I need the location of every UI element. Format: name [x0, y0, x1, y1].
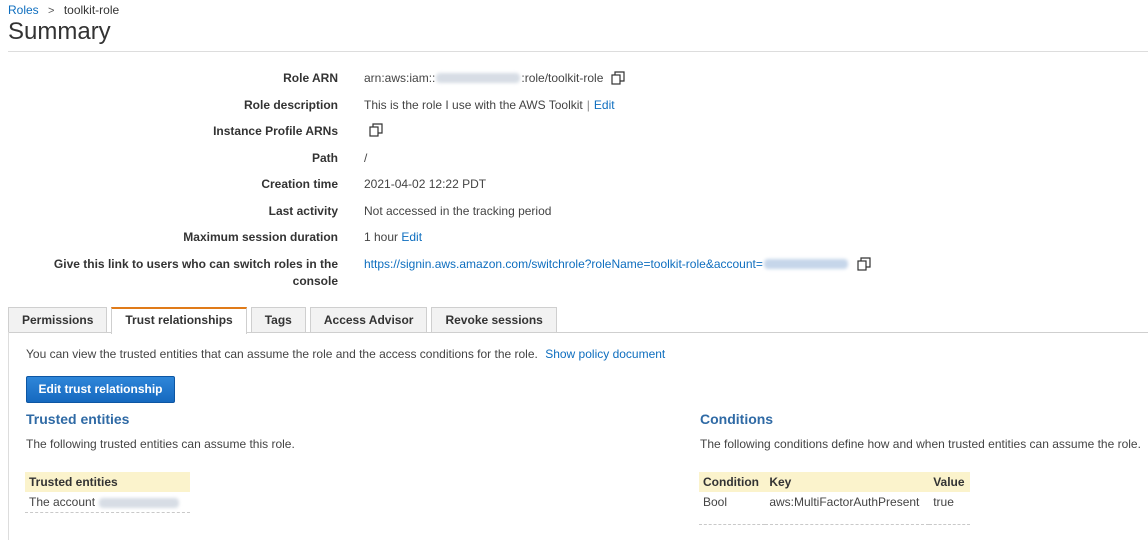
path-label: Path — [311, 151, 338, 165]
redacted-account-id — [763, 259, 848, 269]
max-session-label: Maximum session duration — [183, 230, 338, 244]
key-cell: aws:MultiFactorAuthPresent — [765, 492, 930, 525]
switch-role-label-line2: console — [292, 274, 338, 288]
role-description-value: This is the role I use with the AWS Tool… — [364, 97, 615, 113]
tab-tags[interactable]: Tags — [250, 307, 306, 333]
conditions-title: Conditions — [700, 411, 774, 427]
path-value: / — [364, 151, 368, 165]
key-column-header: Key — [765, 472, 930, 492]
instance-profile-value — [361, 123, 383, 137]
creation-time-label: Creation time — [261, 177, 338, 191]
copy-icon[interactable] — [857, 257, 871, 271]
copy-icon[interactable] — [369, 123, 383, 137]
conditions-table: Condition Key Value Bool aws:MultiFactor… — [699, 472, 970, 525]
conditions-description: The following conditions define how and … — [700, 437, 1141, 451]
row-path: Path / — [0, 150, 1148, 166]
last-activity-label: Last activity — [268, 204, 338, 218]
switch-role-url-link[interactable]: https://signin.aws.amazon.com/switchrole… — [364, 256, 763, 272]
trusted-entities-table: Trusted entities The account — [25, 472, 190, 513]
value-cell: true — [929, 492, 970, 525]
max-session-text: 1 hour — [364, 230, 399, 244]
row-switch-role-link: Give this link to users who can switch r… — [0, 256, 1148, 290]
row-role-arn: Role ARN arn:aws:iam:: :role/toolkit-rol… — [0, 70, 1148, 86]
condition-column-header: Condition — [699, 472, 766, 492]
tab-permissions[interactable]: Permissions — [8, 307, 108, 333]
row-max-session: Maximum session duration 1 hour Edit — [0, 229, 1148, 245]
role-tabs: Permissions Trust relationships Tags Acc… — [8, 307, 561, 334]
breadcrumb: Roles > toolkit-role — [8, 3, 119, 17]
tab-revoke-sessions[interactable]: Revoke sessions — [431, 307, 557, 333]
edit-description-link[interactable]: Edit — [594, 97, 615, 113]
edit-trust-relationship-button[interactable]: Edit trust relationship — [26, 376, 175, 403]
row-creation-time: Creation time 2021-04-02 12:22 PDT — [0, 176, 1148, 192]
trusted-entities-title: Trusted entities — [26, 411, 130, 427]
copy-icon[interactable] — [611, 71, 625, 85]
row-role-description: Role description This is the role I use … — [0, 97, 1148, 113]
pipe-separator: | — [586, 98, 590, 112]
trusted-entity-cell: The account — [25, 492, 190, 513]
row-instance-profile: Instance Profile ARNs — [0, 123, 1148, 139]
page-title: Summary — [8, 18, 111, 45]
tab-access-advisor[interactable]: Access Advisor — [309, 307, 428, 333]
instance-profile-label: Instance Profile ARNs — [213, 124, 338, 138]
trusted-entities-description: The following trusted entities can assum… — [26, 437, 295, 451]
switch-role-label: Give this link to users who can switch r… — [0, 256, 338, 290]
breadcrumb-roles-link[interactable]: Roles — [8, 3, 39, 17]
edit-session-duration-link[interactable]: Edit — [401, 229, 422, 245]
table-header-row: Trusted entities — [25, 472, 190, 492]
table-row: The account — [25, 492, 190, 513]
switch-role-label-line1: Give this link to users who can switch r… — [53, 257, 338, 271]
redacted-account-id — [436, 73, 521, 83]
trust-intro-text: You can view the trusted entities that c… — [26, 347, 538, 361]
switch-role-value: https://signin.aws.amazon.com/switchrole… — [364, 256, 871, 272]
row-last-activity: Last activity Not accessed in the tracki… — [0, 203, 1148, 219]
role-arn-value: arn:aws:iam:: :role/toolkit-role — [364, 70, 625, 86]
redacted-account-id — [99, 497, 180, 508]
table-row: Bool aws:MultiFactorAuthPresent true — [699, 492, 970, 525]
max-session-value: 1 hour Edit — [364, 229, 422, 245]
role-arn-suffix: :role/toolkit-role — [521, 71, 604, 85]
trusted-entities-column-header: Trusted entities — [25, 472, 190, 492]
role-arn-prefix: arn:aws:iam:: — [364, 71, 436, 85]
show-policy-document-link[interactable]: Show policy document — [545, 347, 665, 361]
role-description-label: Role description — [243, 98, 338, 112]
title-divider — [8, 51, 1148, 52]
breadcrumb-separator: > — [48, 5, 55, 17]
tab-trust-relationships[interactable]: Trust relationships — [111, 307, 247, 334]
role-description-text: This is the role I use with the AWS Tool… — [364, 98, 583, 112]
condition-cell: Bool — [699, 492, 766, 525]
role-arn-label: Role ARN — [283, 71, 338, 85]
breadcrumb-current: toolkit-role — [63, 3, 120, 17]
trust-intro: You can view the trusted entities that c… — [26, 347, 665, 361]
trusted-entity-text: The account — [29, 495, 96, 509]
panel-border — [8, 332, 9, 540]
value-column-header: Value — [929, 472, 970, 492]
last-activity-value: Not accessed in the tracking period — [364, 204, 552, 218]
table-header-row: Condition Key Value — [699, 472, 970, 492]
creation-time-value: 2021-04-02 12:22 PDT — [364, 177, 487, 191]
